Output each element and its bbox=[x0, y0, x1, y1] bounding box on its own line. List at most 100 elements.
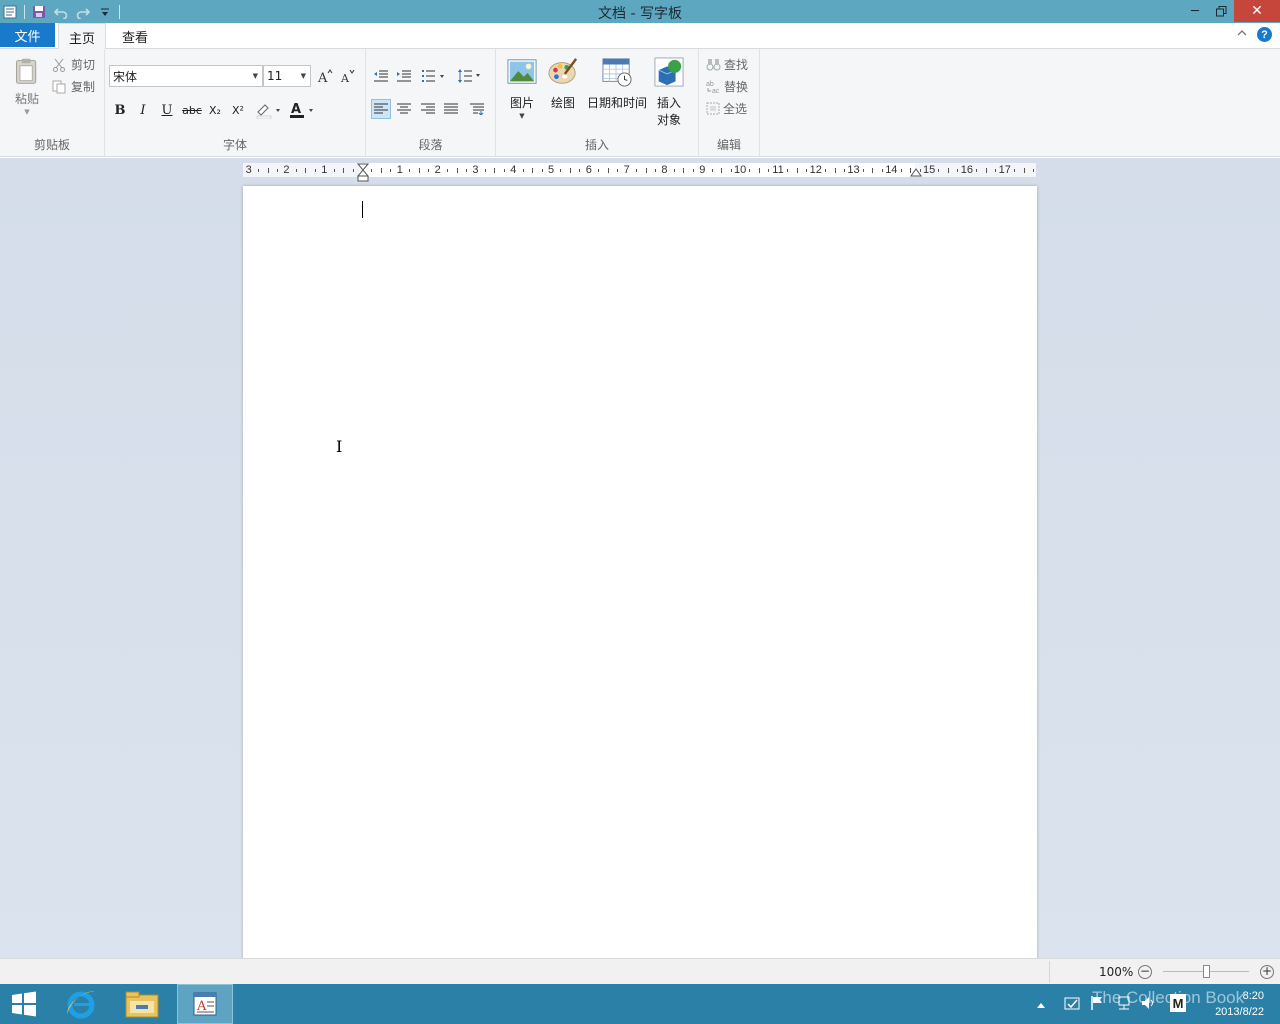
close-button[interactable]: ✕ bbox=[1234, 0, 1280, 22]
ruler-tick bbox=[957, 169, 959, 172]
taskbar-clock[interactable]: 8:20 2013/8/22 bbox=[1215, 988, 1264, 1020]
insert-picture-button[interactable]: 图片 ▼ bbox=[504, 57, 540, 121]
ruler-label: 8 bbox=[661, 164, 668, 176]
paste-button[interactable]: 粘贴 ▼ bbox=[8, 55, 46, 116]
binoculars-icon bbox=[706, 58, 721, 71]
subscript-button[interactable]: X₂ bbox=[205, 100, 225, 120]
ruler-text-area bbox=[363, 163, 915, 177]
grow-font-button[interactable]: A bbox=[315, 66, 335, 86]
taskbar-file-explorer[interactable] bbox=[118, 984, 166, 1024]
document-page[interactable] bbox=[243, 186, 1037, 958]
minimize-button[interactable]: ─ bbox=[1182, 0, 1208, 22]
select-all-button[interactable]: 全选 bbox=[706, 100, 747, 117]
clock-time: 8:20 bbox=[1242, 990, 1264, 1002]
ruler-tick bbox=[787, 169, 789, 172]
ruler-tick bbox=[598, 169, 600, 172]
justify-button[interactable] bbox=[441, 99, 461, 119]
decrease-indent-button[interactable] bbox=[371, 66, 391, 86]
ime-indicator[interactable]: M bbox=[1170, 994, 1186, 1012]
ruler-tick bbox=[569, 168, 571, 173]
font-group: 宋体 ▼ 11 ▼ A A B I U abc X₂ X² A 字体 bbox=[105, 49, 366, 157]
tab-file[interactable]: 文件 bbox=[0, 23, 55, 47]
font-size-select[interactable]: 11 ▼ bbox=[263, 65, 311, 87]
align-center-button[interactable] bbox=[394, 99, 414, 119]
shrink-font-button[interactable]: A bbox=[337, 66, 357, 86]
highlighter-icon bbox=[256, 104, 280, 119]
show-hidden-icons-icon[interactable] bbox=[1036, 998, 1046, 1012]
ruler-tick bbox=[494, 168, 496, 173]
ruler-tick bbox=[645, 168, 647, 173]
ruler-tick bbox=[758, 168, 760, 173]
ruler-tick bbox=[843, 169, 845, 172]
collapse-ribbon-icon[interactable] bbox=[1237, 29, 1247, 40]
clock-date: 2013/8/22 bbox=[1215, 1006, 1264, 1018]
paragraph-settings-button[interactable] bbox=[467, 99, 487, 119]
font-family-value: 宋体 bbox=[113, 69, 138, 84]
line-spacing-button[interactable] bbox=[456, 66, 486, 86]
zoom-level[interactable]: 100% bbox=[1099, 965, 1133, 979]
underline-button[interactable]: U bbox=[157, 100, 177, 120]
ruler-tick bbox=[276, 169, 278, 172]
tab-home[interactable]: 主页 bbox=[58, 23, 106, 50]
taskbar-wordpad[interactable]: A bbox=[177, 984, 233, 1024]
font-size-value: 11 bbox=[267, 69, 283, 83]
replace-button[interactable]: ab ac 替换 bbox=[706, 78, 748, 95]
insert-paint-drawing-button[interactable]: 绘图 bbox=[546, 57, 580, 112]
font-family-select[interactable]: 宋体 ▼ bbox=[109, 65, 263, 87]
ruler-tick bbox=[711, 169, 713, 172]
bold-button[interactable]: B bbox=[110, 100, 130, 120]
insert-object-button[interactable]: 插入 对象 bbox=[650, 57, 688, 129]
cut-button[interactable]: 剪切 bbox=[52, 56, 95, 73]
zoom-in-button[interactable]: + bbox=[1260, 965, 1274, 979]
ruler[interactable]: 3 2 1 1 2 3 4 5 6 7 8 9 10 11 12 13 14 15 16 17 bbox=[243, 163, 1036, 182]
flag-icon[interactable] bbox=[1090, 995, 1104, 1014]
help-icon[interactable]: ? bbox=[1257, 27, 1272, 42]
object-label-line2: 对象 bbox=[656, 113, 681, 127]
action-center-icon[interactable] bbox=[1064, 995, 1080, 1014]
start-button[interactable] bbox=[0, 984, 48, 1024]
ruler-tick bbox=[560, 169, 562, 172]
align-right-button[interactable] bbox=[418, 99, 438, 119]
copy-button[interactable]: 复制 bbox=[52, 78, 95, 95]
network-icon[interactable] bbox=[1116, 995, 1132, 1014]
align-left-button[interactable] bbox=[371, 99, 391, 119]
restore-button[interactable] bbox=[1208, 0, 1234, 22]
increase-indent-button[interactable] bbox=[394, 66, 414, 86]
wordpad-icon: A bbox=[193, 992, 217, 1016]
font-color-button[interactable]: A bbox=[287, 100, 317, 120]
strikethrough-button[interactable]: abc bbox=[180, 100, 204, 120]
first-line-indent-marker[interactable] bbox=[357, 163, 369, 185]
find-button[interactable]: 查找 bbox=[706, 56, 748, 73]
divider bbox=[1049, 961, 1050, 983]
ibeam-cursor-icon: I bbox=[336, 437, 343, 456]
insert-object-icon bbox=[654, 57, 684, 87]
ruler-tick bbox=[1032, 169, 1034, 172]
zoom-out-button[interactable]: − bbox=[1138, 965, 1152, 979]
ruler-label: 4 bbox=[510, 164, 517, 176]
ruler-tick bbox=[343, 168, 345, 173]
clipboard-group: 粘贴 ▼ 剪切 复制 剪贴板 bbox=[0, 49, 105, 157]
ruler-tick bbox=[730, 169, 732, 172]
taskbar-internet-explorer[interactable] bbox=[58, 984, 104, 1024]
zoom-slider-thumb[interactable] bbox=[1203, 965, 1210, 978]
ruler-label: 1 bbox=[396, 164, 403, 176]
ruler-tick bbox=[541, 169, 543, 172]
ruler-tick bbox=[636, 169, 638, 172]
superscript-button[interactable]: X² bbox=[228, 100, 248, 120]
decrease-indent-icon bbox=[374, 70, 388, 82]
ruler-tick bbox=[607, 168, 609, 173]
italic-button[interactable]: I bbox=[133, 100, 153, 120]
paragraph-group: 段落 bbox=[366, 49, 496, 157]
ruler-tick bbox=[673, 169, 675, 172]
volume-icon[interactable] bbox=[1140, 995, 1156, 1014]
select-all-icon bbox=[706, 102, 720, 115]
internet-explorer-icon bbox=[67, 991, 95, 1019]
ribbon: 粘贴 ▼ 剪切 复制 剪贴板 宋体 ▼ 11 ▼ A A B I U abc X… bbox=[0, 49, 1280, 157]
highlight-color-button[interactable] bbox=[254, 100, 284, 120]
bullets-button[interactable] bbox=[420, 66, 450, 86]
ruler-tick bbox=[900, 169, 902, 172]
tab-view[interactable]: 查看 bbox=[112, 23, 158, 49]
ruler-label: 3 bbox=[245, 164, 252, 176]
clipboard-group-label: 剪贴板 bbox=[33, 138, 70, 152]
insert-datetime-button[interactable]: 日期和时间 bbox=[586, 57, 648, 112]
